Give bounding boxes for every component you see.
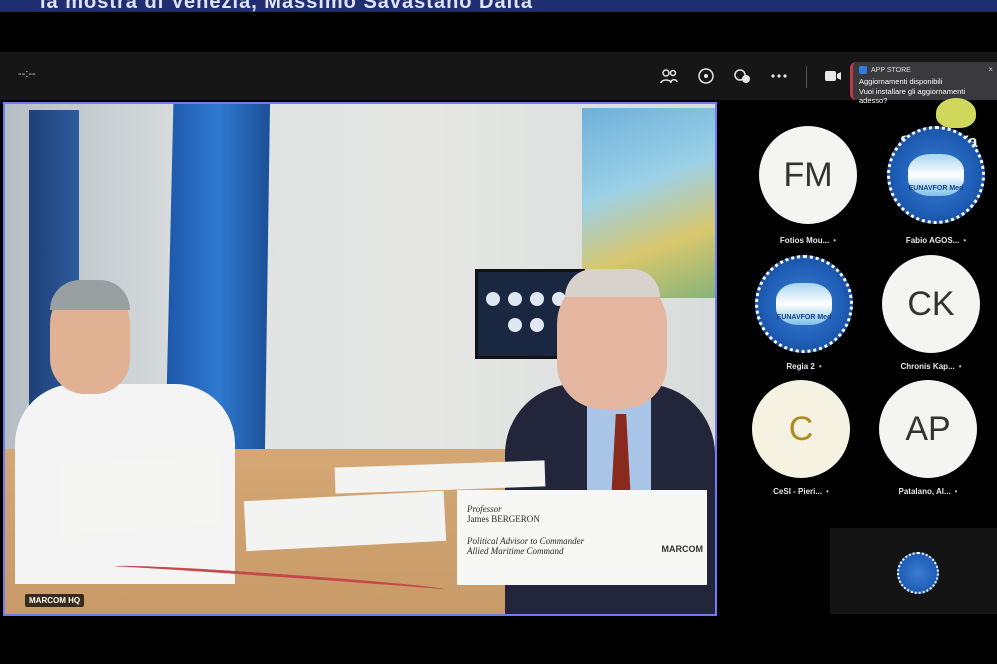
nameplate-brand: MARCOM (661, 544, 704, 554)
participant-name: Fotios Mou... • (779, 236, 837, 245)
nameplate-right: Professor James BERGERON Political Advis… (457, 490, 707, 585)
app-store-icon (859, 66, 867, 74)
mic-icon: • (818, 362, 822, 371)
eunavfor-logo: EUNAVFOR Med (908, 154, 964, 196)
mic-icon: • (826, 487, 829, 496)
participant-name: CeSI - Pieri... • (773, 487, 829, 496)
banner-strip: la mostra di Venezia, Massimo Savastano … (0, 0, 997, 12)
streamyard-mascot (936, 98, 976, 128)
participant-tile[interactable]: EUNAVFOR Med (887, 126, 985, 224)
participant-name: Patalano, Al... • (898, 487, 958, 496)
notification-app: APP STORE (859, 66, 991, 74)
mic-icon: • (954, 487, 958, 496)
more-icon[interactable] (768, 66, 790, 86)
participant-tile[interactable]: AP (879, 380, 977, 478)
speaker-right-hair (565, 269, 660, 297)
nameplate-line: Professor (467, 504, 502, 514)
self-view-logo[interactable] (897, 552, 939, 594)
meeting-timer: --:-- (18, 68, 36, 80)
mic-icon: • (958, 362, 962, 371)
participant-tile[interactable]: EUNAVFOR Med (755, 255, 853, 353)
eunavfor-logo: EUNAVFOR Med (776, 283, 832, 325)
nameplate-left (60, 454, 220, 536)
participant-tile[interactable]: FM (759, 126, 857, 224)
app-store-notification[interactable]: APP STORE Aggiornamenti disponibili Vuoi… (850, 62, 997, 105)
close-icon[interactable]: × (988, 65, 993, 74)
participant-name: Fabio AGOS... • (905, 236, 967, 245)
toolbar-divider (806, 66, 807, 88)
camera-icon[interactable] (822, 66, 844, 86)
participants-icon[interactable] (658, 66, 680, 86)
video-caption: MARCOM HQ (25, 594, 85, 607)
participant-name: Regia 2 • (786, 362, 822, 371)
reactions-icon[interactable] (731, 66, 753, 86)
chat-icon[interactable] (695, 66, 717, 86)
participant-name: Chronis Kap... • (900, 362, 962, 371)
meeting-toolbar: --:-- (0, 52, 997, 100)
notification-title: Aggiornamenti disponibili (859, 77, 943, 86)
banner-text: la mostra di Venezia, Massimo Savastano … (40, 0, 533, 12)
participant-tile[interactable]: CK (882, 255, 980, 353)
mic-icon: • (833, 236, 837, 245)
main-video-stage[interactable]: Professor James BERGERON Political Advis… (3, 102, 717, 616)
mic-icon: • (963, 236, 967, 245)
desk-papers (243, 490, 447, 552)
nameplate-line: James BERGERON (467, 514, 540, 524)
participant-tile[interactable]: C (752, 380, 850, 478)
